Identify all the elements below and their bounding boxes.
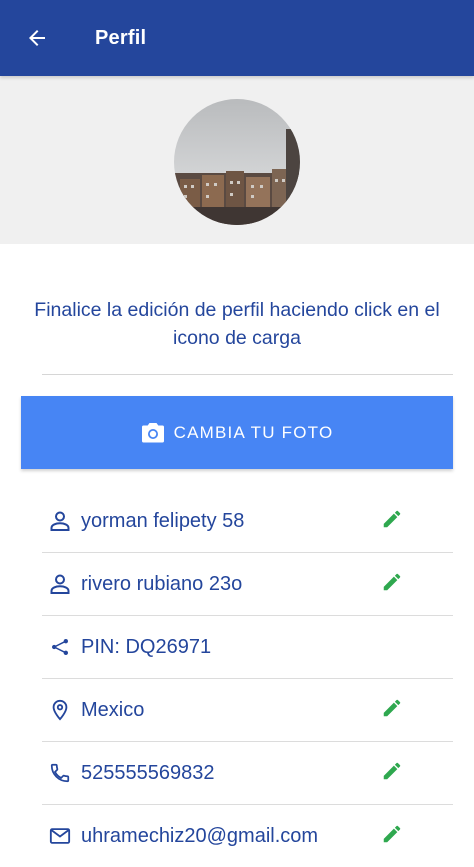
- list-item-email: uhramechiz20@gmail.com: [42, 805, 453, 867]
- list-item-phone: 525555569832: [42, 742, 453, 805]
- country-value: Mexico: [81, 698, 145, 721]
- phone-icon: [48, 761, 72, 785]
- person-icon: [48, 509, 72, 533]
- camera-icon: [141, 422, 164, 442]
- list-item-country: Mexico: [42, 679, 453, 742]
- arrow-back-icon: [29, 30, 45, 46]
- app-bar: Perfil: [0, 0, 474, 76]
- share-icon: [48, 635, 72, 659]
- profile-photo-image: [174, 99, 300, 225]
- profile-photo-section: [0, 76, 474, 244]
- pencil-icon[interactable]: [381, 508, 403, 530]
- last-name-value: rivero rubiano 23o: [81, 572, 243, 595]
- first-name-value: yorman felipety 58: [81, 509, 245, 532]
- change-photo-button[interactable]: CAMBIA TU FOTO: [21, 396, 453, 469]
- page-title: Perfil: [95, 26, 147, 49]
- person-icon: [48, 572, 72, 596]
- divider: [42, 374, 453, 375]
- list-item-last-name: rivero rubiano 23o: [42, 553, 453, 616]
- profile-photo[interactable]: [174, 99, 300, 225]
- pencil-icon[interactable]: [381, 760, 403, 782]
- location-pin-icon: [48, 698, 72, 722]
- back-button[interactable]: [13, 14, 61, 62]
- pin-value: PIN: DQ26971: [81, 635, 212, 658]
- email-value: uhramechiz20@gmail.com: [81, 824, 319, 847]
- change-photo-label: CAMBIA TU FOTO: [173, 422, 334, 442]
- list-item-first-name: yorman felipety 58: [42, 490, 453, 553]
- list-item-pin: PIN: DQ26971: [42, 616, 453, 679]
- profile-fields-list: yorman felipety 58 rivero rubiano 23o PI…: [42, 490, 453, 867]
- edit-hint-text: Finalice la edición de perfil haciendo c…: [34, 299, 440, 349]
- phone-value: 525555569832: [81, 761, 215, 784]
- pencil-icon[interactable]: [381, 697, 403, 719]
- pencil-icon[interactable]: [381, 571, 403, 593]
- mail-icon: [48, 824, 72, 848]
